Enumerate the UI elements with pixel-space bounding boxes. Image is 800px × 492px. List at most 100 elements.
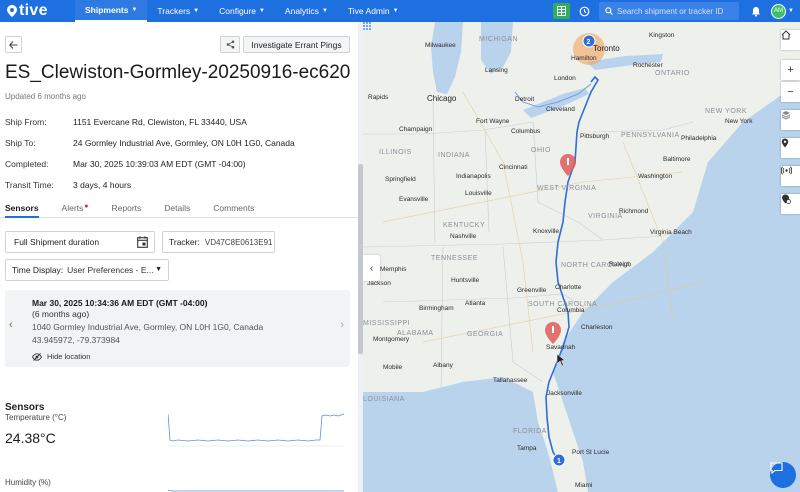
spreadsheet-icon [557,6,567,16]
layers-button[interactable] [781,110,800,130]
map-label: Charlotte [555,284,582,291]
temperature-sparkline[interactable] [168,410,346,452]
map-label: Atlanta [465,300,486,307]
plus-icon: + [787,64,794,76]
location-relative-time: (6 months ago) [32,309,90,319]
map-label: Cleveland [546,106,575,113]
alert-dot-icon: ● [84,203,89,210]
chevron-down-icon[interactable]: ▼ [788,8,794,14]
eye-off-icon [32,352,42,361]
zoom-in-button[interactable]: + [781,60,800,80]
end-marker-label: 2 [587,39,591,46]
nav-analytics[interactable]: Analytics ▼ [275,0,338,22]
map-label: Richmond [619,208,649,215]
home-button[interactable] [781,30,800,50]
tab-reports[interactable]: Reports [112,197,142,217]
map-view[interactable]: 2 1 ONTARIO MICHIGAN NEW YORK PENNSYLVAN… [363,22,800,492]
map-label: NEW YORK [705,108,747,115]
share-button[interactable] [220,36,240,53]
completed-label: Completed: [5,159,49,169]
tab-comments[interactable]: Comments [213,197,254,217]
apps-grid-icon[interactable] [363,22,371,30]
map-label: Indianapolis [456,173,491,180]
arrow-left-icon [9,40,18,49]
map-label: Lansing [485,67,508,74]
tab-details[interactable]: Details [164,197,190,217]
map-label: Springfield [385,176,416,183]
signal-button[interactable] [781,166,800,186]
nav-configure[interactable]: Configure ▼ [209,0,275,22]
location-timestamp: Mar 30, 2025 10:34:36 AM EDT (GMT -04:00… [32,298,208,308]
map-label: Hamilton [571,55,597,62]
geofence-button[interactable] [781,194,800,214]
top-right-controls: AM ▼ [553,0,800,22]
nav-label: Configure [219,6,256,16]
time-display-value: User Preferences - E... [67,265,154,275]
chat-icon [770,462,783,474]
map-canvas: 2 1 [363,22,800,492]
humidity-label: Humidity (%) [5,478,51,487]
map-label: Rochester [633,62,663,69]
map-label: OHIO [531,147,551,154]
notifications-button[interactable] [749,6,763,17]
map-label: Miami [575,482,593,489]
map-label: Chicago [427,94,457,103]
tab-label: Alerts [61,203,84,213]
search-box[interactable] [599,2,740,20]
ship-to-row: Ship To: 24 Gormley Industrial Ave, Gorml… [5,138,295,148]
investigate-errant-pings-button[interactable]: Investigate Errant Pings [243,36,350,53]
search-icon [605,7,613,15]
map-label: Albany [433,362,453,369]
map-label: Evansville [399,196,429,203]
tab-alerts[interactable]: Alerts● [62,197,89,217]
chevron-down-icon: ▼ [193,8,200,14]
tab-label: Details [164,203,191,213]
spreadsheet-button[interactable] [553,3,571,19]
zoom-out-button[interactable]: − [781,82,800,102]
nav-shipments[interactable]: Shipments ▼ [75,0,148,22]
nav-label: Analytics [284,6,319,16]
map-label: London [554,75,576,82]
map-label: Port St Lucie [572,449,610,456]
tive-logo[interactable]: tive [0,2,75,20]
hide-location-button[interactable]: Hide location [32,352,90,361]
map-label: Pittsburgh [580,133,610,140]
chevron-left-icon[interactable]: ‹ [9,319,13,331]
back-button[interactable] [5,36,22,53]
nav-trackers[interactable]: Trackers ▼ [147,0,209,22]
time-display-select[interactable]: Time Display: User Preferences - E... ▼ [5,259,169,281]
map-label: Huntsville [451,277,480,284]
chevron-down-icon: ▼ [392,8,399,14]
location-button[interactable] [781,138,800,158]
map-label: Washington [638,173,673,180]
tracker-field[interactable]: Tracker: VD47C8E0613E91 [162,231,275,253]
signal-icon [781,166,792,175]
chevron-right-icon[interactable]: › [340,319,344,331]
tab-label: Comments [213,203,255,213]
hide-location-label: Hide location [47,352,91,361]
transit-time-value: 3 days, 4 hours [73,180,132,190]
humidity-sparkline[interactable] [168,478,346,492]
chat-button[interactable] [770,462,796,488]
duration-picker[interactable]: Full Shipment duration [5,231,155,253]
top-nav: tive Shipments ▼ Trackers ▼ Configure ▼ Ana… [0,0,800,22]
map-label: Fort Wayne [476,118,510,125]
avatar[interactable]: AM [771,3,787,19]
collapse-panel-button[interactable]: ‹ [363,255,380,281]
map-label: Memphis [380,266,407,273]
history-button[interactable] [576,3,592,19]
duration-value: Full Shipment duration [14,237,100,247]
map-label: MISSISSIPPI [363,320,411,327]
temperature-value: 24.38°C [5,430,56,446]
map-label: KENTUCKY [443,222,486,229]
map-label: FLORIDA [513,428,547,435]
tab-label: Reports [111,203,142,213]
map-label: LOUISIANA [363,396,405,403]
bell-icon [752,6,761,17]
search-input[interactable] [617,6,736,16]
map-label: Virginia Beach [650,229,692,236]
tab-sensors[interactable]: Sensors [5,197,39,218]
nav-tive-admin[interactable]: Tive Admin ▼ [338,0,409,22]
map-label: Champaign [399,126,433,133]
detail-tabs: Sensors Alerts● Reports Details Comments [0,197,358,218]
